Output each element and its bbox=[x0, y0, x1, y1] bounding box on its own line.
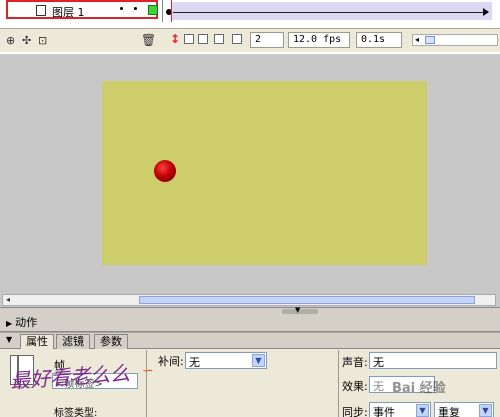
outline-color-icon[interactable] bbox=[148, 5, 158, 15]
center-frame-icon[interactable]: ↕ bbox=[170, 32, 180, 48]
scroll-left-arrow-icon[interactable]: ◂ bbox=[415, 35, 419, 44]
panel-splitter[interactable]: ▼ bbox=[0, 306, 500, 315]
tween-arrow-head bbox=[483, 8, 489, 16]
frame-rate-field[interactable]: 12.0 fps bbox=[288, 32, 350, 48]
add-layer-icon[interactable]: ⊕ bbox=[6, 34, 15, 47]
trash-icon[interactable]: 🗑 bbox=[141, 33, 156, 47]
tab-parameters[interactable]: 参数 bbox=[94, 334, 128, 349]
elapsed-time-field: 0.1s bbox=[356, 32, 402, 48]
properties-tabs: ▼ 属性 滤镜 参数 bbox=[0, 333, 500, 349]
lock-dot-icon[interactable] bbox=[134, 7, 137, 10]
sound-value: 无 bbox=[373, 356, 384, 369]
watermark-swoosh-icon: ∽ bbox=[142, 363, 154, 379]
tween-arrow-line bbox=[173, 12, 485, 13]
chevron-down-icon[interactable]: ▼ bbox=[252, 354, 265, 367]
onion-outline-icon[interactable] bbox=[198, 34, 208, 44]
tween-span bbox=[172, 2, 492, 20]
edit-multiple-icon[interactable] bbox=[214, 34, 224, 44]
timeline-scrollbar[interactable]: ◂ bbox=[412, 34, 498, 46]
visibility-dot-icon[interactable] bbox=[120, 7, 123, 10]
tab-properties[interactable]: 属性 bbox=[20, 334, 54, 349]
expand-triangle-icon[interactable]: ▶ bbox=[6, 319, 12, 328]
sound-label: 声音: bbox=[342, 356, 368, 369]
repeat-select[interactable]: 重复 ▼ bbox=[434, 402, 494, 417]
scroll-thumb[interactable] bbox=[425, 36, 435, 44]
scroll-left-arrow-icon[interactable]: ◂ bbox=[6, 295, 10, 304]
repeat-value: 重复 bbox=[438, 406, 460, 417]
collapse-triangle-icon[interactable]: ▼ bbox=[6, 335, 12, 344]
collapse-arrow-icon[interactable]: ▼ bbox=[295, 306, 300, 314]
tween-label: 补间: bbox=[158, 355, 184, 368]
sync-label: 同步: bbox=[342, 406, 368, 417]
layer-name[interactable]: 图层 1 bbox=[52, 4, 85, 20]
chevron-down-icon[interactable]: ▼ bbox=[479, 404, 492, 417]
effect-value: 无 bbox=[373, 380, 384, 393]
stage[interactable] bbox=[102, 81, 427, 265]
tween-select[interactable]: 无 ▼ bbox=[185, 352, 267, 369]
playhead[interactable] bbox=[171, 0, 172, 22]
add-guide-icon[interactable]: ✣ bbox=[22, 34, 31, 47]
timeline-controls: ⊕ ✣ ⊡ 🗑 ↕ 2 12.0 fps 0.1s ◂ bbox=[0, 28, 500, 52]
layer-row[interactable]: 图层 1 bbox=[6, 0, 158, 19]
sound-select[interactable]: 无 bbox=[369, 352, 497, 369]
stage-workspace: ◂ bbox=[0, 54, 500, 308]
timeline-panel: 图层 1 ⊕ ✣ ⊡ 🗑 ↕ 2 12.0 fps 0.1s ◂ bbox=[0, 0, 500, 54]
tab-filters[interactable]: 滤镜 bbox=[56, 334, 90, 349]
effect-label: 效果: bbox=[342, 380, 368, 393]
layer-page-icon bbox=[36, 5, 46, 16]
tween-value: 无 bbox=[189, 356, 200, 369]
label-type-label: 标签类型: bbox=[54, 408, 98, 417]
red-ball[interactable] bbox=[154, 160, 176, 182]
add-folder-icon[interactable]: ⊡ bbox=[38, 34, 47, 47]
sync-value: 事件 bbox=[373, 406, 395, 417]
onion-markers-icon[interactable] bbox=[232, 34, 242, 44]
current-frame-field: 2 bbox=[250, 32, 284, 48]
scroll-thumb[interactable] bbox=[139, 296, 475, 304]
stage-scrollbar[interactable]: ◂ bbox=[2, 294, 496, 306]
onion-skin-icon[interactable] bbox=[184, 34, 194, 44]
actions-label: 动作 bbox=[15, 316, 38, 329]
frame-track[interactable] bbox=[162, 0, 500, 22]
divider bbox=[146, 350, 147, 417]
divider bbox=[338, 350, 339, 417]
chevron-down-icon[interactable]: ▼ bbox=[416, 404, 429, 417]
sync-select[interactable]: 事件 ▼ bbox=[369, 402, 431, 417]
actions-panel-bar[interactable]: ▶ 动作 bbox=[0, 315, 500, 332]
watermark-right: Bai 经验 bbox=[392, 381, 446, 396]
properties-panel: ▼ 属性 滤镜 参数 帧 <帧标签> 最好看老么么 ∽ 标签类型: 补间: 无 … bbox=[0, 332, 500, 417]
